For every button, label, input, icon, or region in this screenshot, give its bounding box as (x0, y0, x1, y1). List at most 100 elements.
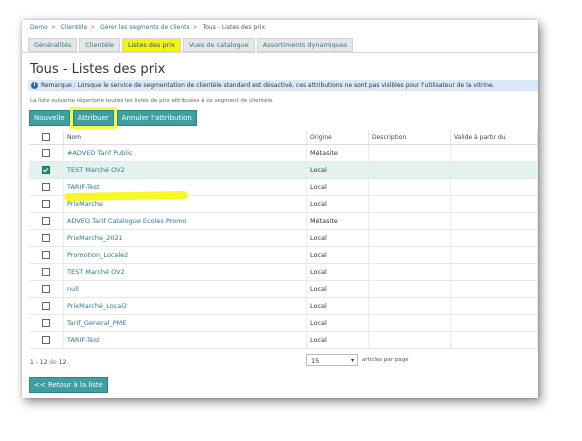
pagination-info: 1 - 12 de 12 (30, 359, 66, 366)
column-description[interactable]: Description (368, 130, 451, 145)
row-name[interactable]: TEST Marché OV2 (63, 263, 307, 281)
table-row[interactable]: PrixMarché_Local2 Local (29, 297, 538, 315)
table-row[interactable]: ADVEO Tarif Catalogue Ecoles Promo Métasi… (29, 212, 538, 230)
info-note: i Remarque : Lorsque le service de segmen… (28, 80, 538, 91)
row-checkbox[interactable] (42, 166, 50, 174)
row-name[interactable]: ADVEO Tarif Catalogue Ecoles Promo (63, 212, 307, 230)
table-header: Nom Origine Description Valide à partir … (29, 130, 538, 145)
row-select-cell (29, 212, 64, 230)
breadcrumb-demo[interactable]: Demo (30, 24, 48, 31)
select-all-cell (29, 130, 64, 145)
tab-bar: Généralités Clientèle Listes des prix Vu… (28, 38, 354, 52)
info-icon: i (31, 82, 38, 89)
table-row[interactable]: Promotion_Locale2 Local (29, 246, 538, 264)
row-valid-from (450, 297, 538, 315)
row-checkbox[interactable] (42, 217, 50, 225)
row-checkbox[interactable] (42, 234, 50, 242)
row-select-cell (29, 161, 64, 179)
row-origin: Local (306, 331, 369, 349)
row-origin: Local (306, 161, 369, 179)
row-name[interactable]: Promotion_Locale2 (63, 246, 307, 264)
row-origin: Local (306, 195, 369, 213)
price-list-table: Nom Origine Description Valide à partir … (29, 130, 538, 349)
row-description (368, 314, 451, 332)
info-note-text: Remarque : Lorsque le service de segment… (41, 82, 495, 89)
table-row[interactable]: #ADVEO Tarif Public Métasite (29, 144, 538, 162)
toolbar: Nouvelle Attribuer Annuler l'attribution (29, 110, 197, 126)
row-description (368, 144, 451, 162)
unassign-button[interactable]: Annuler l'attribution (116, 110, 197, 126)
pagination-range: 1 - 12 (30, 359, 48, 366)
table-row[interactable]: TARIF-Test Local (29, 331, 538, 349)
tab-general[interactable]: Généralités (28, 38, 78, 52)
row-name[interactable]: TEST Marché OV2 (63, 161, 307, 179)
row-valid-from (450, 263, 538, 281)
breadcrumb-current: Tous - Listes des prix (202, 24, 266, 31)
row-valid-from (450, 280, 538, 298)
row-name[interactable]: PrixMarché_Local2 (63, 297, 307, 315)
row-valid-from (450, 331, 538, 349)
table-body: #ADVEO Tarif Public Métasite TEST Marché O… (29, 144, 538, 349)
table-row[interactable]: PrixMarche_2021 Local (29, 229, 538, 247)
column-origin[interactable]: Origine (306, 130, 369, 145)
tab-clientele[interactable]: Clientèle (79, 38, 120, 52)
table-row[interactable]: null Local (29, 280, 538, 298)
per-page-select[interactable]: 15 ▾ (306, 354, 358, 366)
row-name[interactable]: PrixMarche_2021 (63, 229, 307, 247)
per-page-label: articles par page (362, 357, 409, 363)
breadcrumb: Demo > Clientèle > Gérer les segments de c… (30, 24, 266, 31)
pagination-total: 12 (58, 359, 67, 366)
pagination-of: de (49, 359, 57, 366)
row-valid-from (450, 229, 538, 247)
row-valid-from (450, 144, 538, 162)
row-select-cell (29, 144, 64, 162)
row-name[interactable]: Tarif_General_PME (63, 314, 307, 332)
row-select-cell (29, 195, 64, 213)
window: Demo > Clientèle > Gérer les segments de c… (22, 20, 538, 398)
row-checkbox[interactable] (42, 149, 50, 157)
table-row[interactable]: Tarif_General_PME Local (29, 314, 538, 332)
row-origin: Local (306, 229, 369, 247)
row-name[interactable]: #ADVEO Tarif Public (63, 144, 307, 162)
table-row[interactable]: TEST Marché OV2 Local (29, 161, 538, 179)
per-page-value: 15 (311, 357, 320, 365)
row-origin: Local (306, 280, 369, 298)
row-checkbox[interactable] (42, 319, 50, 327)
row-checkbox[interactable] (42, 183, 50, 191)
column-valid-from[interactable]: Valide à partir du (450, 130, 538, 145)
row-select-cell (29, 314, 64, 332)
row-description (368, 280, 451, 298)
breadcrumb-clientele[interactable]: Clientèle (61, 24, 87, 31)
row-origin: Métasite (306, 212, 369, 230)
row-checkbox[interactable] (42, 336, 50, 344)
tab-catalog-views[interactable]: Vues de catalogue (182, 38, 255, 52)
row-checkbox[interactable] (42, 200, 50, 208)
row-checkbox[interactable] (42, 302, 50, 310)
back-to-list-button[interactable]: << Retour à la liste (29, 377, 108, 393)
column-name[interactable]: Nom (63, 130, 307, 145)
row-valid-from (450, 212, 538, 230)
row-description (368, 246, 451, 264)
row-checkbox[interactable] (42, 268, 50, 276)
row-name[interactable]: TARIF-Test (63, 331, 307, 349)
select-all-checkbox[interactable] (42, 133, 50, 141)
row-valid-from (450, 246, 538, 264)
row-select-cell (29, 297, 64, 315)
row-checkbox[interactable] (42, 251, 50, 259)
breadcrumb-segments[interactable]: Gérer les segments de clients (100, 24, 190, 31)
row-select-cell (29, 280, 64, 298)
row-valid-from (450, 195, 538, 213)
row-origin: Local (306, 314, 369, 332)
row-description (368, 297, 451, 315)
new-button[interactable]: Nouvelle (29, 110, 70, 126)
tab-dynamic-assortments[interactable]: Assortiments dynamiques (256, 38, 354, 52)
table-row[interactable]: TEST Marché OV2 Local (29, 263, 538, 281)
row-select-cell (29, 229, 64, 247)
assign-button[interactable]: Attribuer (72, 110, 114, 126)
row-checkbox[interactable] (42, 285, 50, 293)
row-name[interactable]: null (63, 280, 307, 298)
row-description (368, 161, 451, 179)
tab-price-lists[interactable]: Listes des prix (121, 38, 181, 52)
row-origin: Local (306, 263, 369, 281)
row-select-cell (29, 246, 64, 264)
